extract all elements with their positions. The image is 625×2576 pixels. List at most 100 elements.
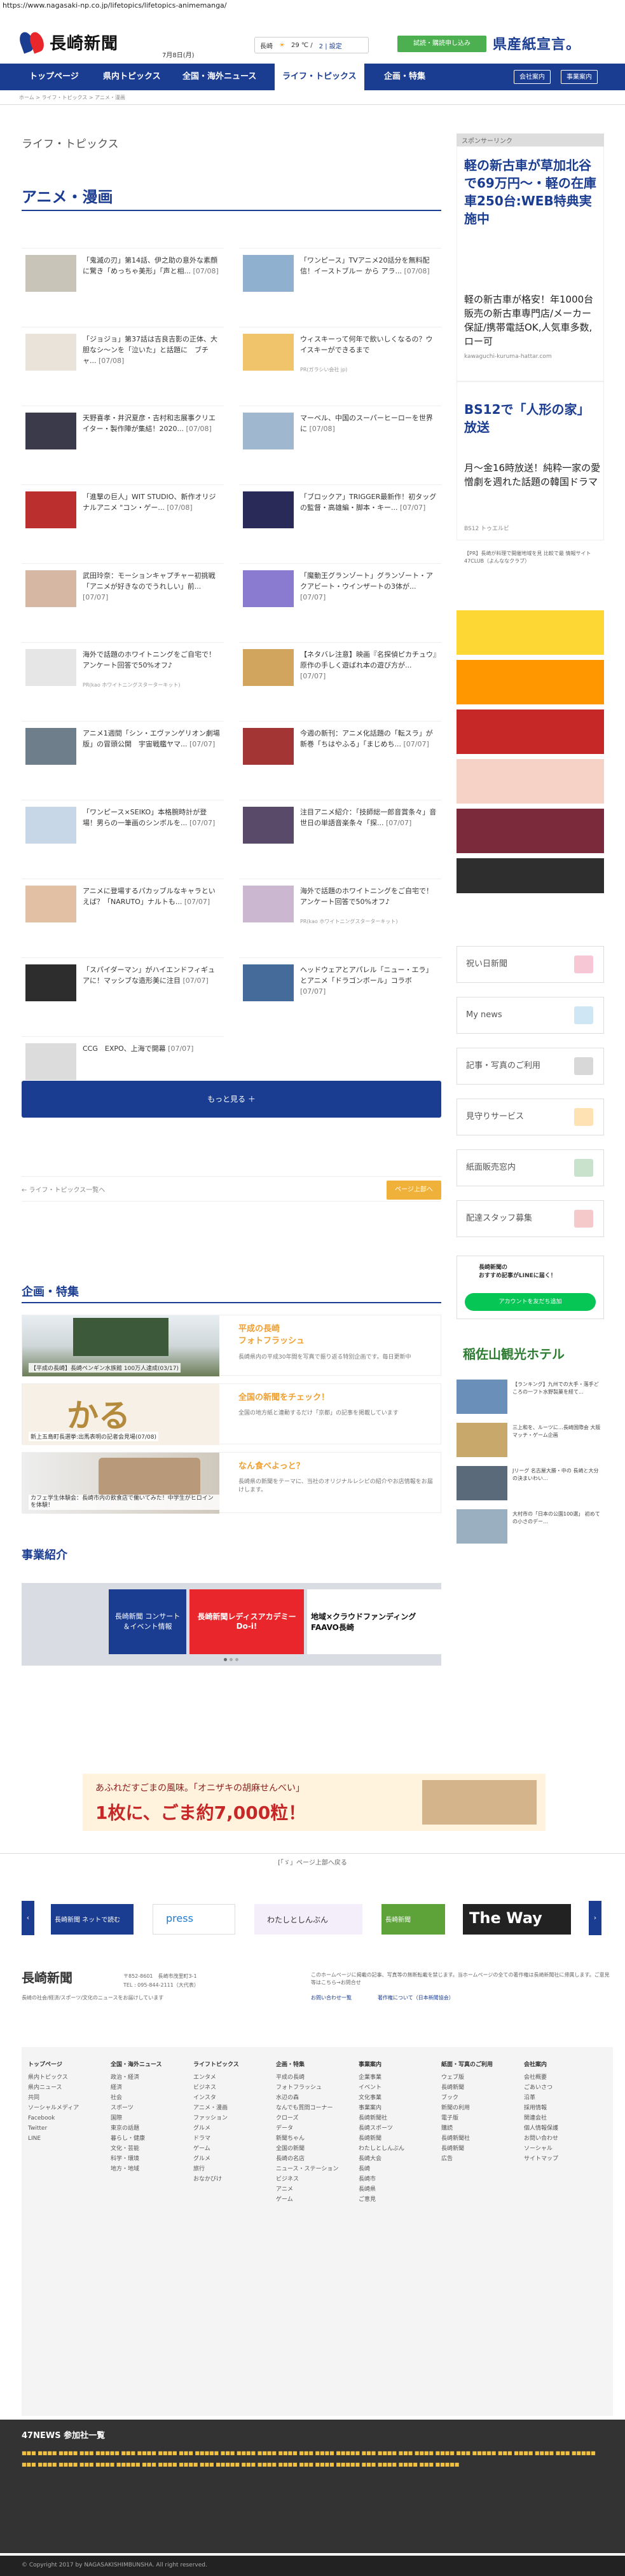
carousel-next-button[interactable]: › [589,1901,601,1935]
breadcrumb[interactable]: ホーム > ライフ・トピックス > アニメ・漫画 [19,94,125,101]
footer-link[interactable]: 広告 [441,2154,518,2164]
page-top-button[interactable]: ページ上部へ [387,1181,441,1200]
sidebar-banner[interactable] [457,809,604,853]
side-link-photo-use[interactable]: 記事・写真のご利用 [457,1048,604,1085]
footer-link[interactable]: 長崎の名店 [276,2154,352,2164]
article-card[interactable]: 「ワンピース×SEIKO」本格腕時計が登場！男らの一筆画のシンボルを... [0… [22,800,224,854]
footer-link[interactable]: 国際 [111,2113,187,2123]
footer-link[interactable]: 文化・芸能 [111,2144,187,2154]
footer-link-contact[interactable]: お問い合わせ一覧 [311,1994,352,2001]
footer-column-head[interactable]: 会社案内 [524,2060,600,2070]
side-link-celebration[interactable]: 祝い日新聞 [457,946,604,983]
footer-link[interactable]: 会社概要 [524,2072,600,2083]
kenryoushi-banner[interactable]: 県産紙宣言。 [493,33,614,55]
footer-link[interactable]: Twitter [28,2123,104,2134]
footer-link[interactable]: LINE [28,2134,104,2144]
weather-settings-link[interactable]: 2 | 設定 [319,41,342,50]
footer-link[interactable]: おなかびけ [193,2174,270,2184]
footer-link[interactable]: 経済 [111,2083,187,2093]
footer-column-head[interactable]: ライフトピックス [193,2060,270,2070]
footer-link[interactable]: イベント [359,2083,435,2093]
footer-link[interactable]: 長崎新聞 [441,2083,518,2093]
feature-item[interactable]: カフェ学生体験会：長崎市内の飲食店で働いてみた！中学生がヒロインを体験！ なん食… [22,1452,441,1514]
footer-link[interactable]: 社会 [111,2093,187,2103]
footer-link[interactable]: ブック [441,2093,518,2103]
footer-link[interactable]: 沿革 [524,2093,600,2103]
footer-link[interactable]: 科学・環境 [111,2154,187,2164]
footer-link[interactable]: サイトマップ [524,2154,600,2164]
ad2-url[interactable]: BS12 トゥエルビ [464,524,509,532]
footer-column-head[interactable]: 企画・特集 [276,2060,352,2070]
footer-link[interactable]: 共同 [28,2093,104,2103]
footer-link[interactable]: 長崎スポーツ [359,2123,435,2134]
sidebar-pr-news[interactable]: 【PR】長崎が料理で開催地域を見 比較で最 情報サイト 47CLUB（よんななク… [464,550,601,565]
footer-link[interactable]: 文化事業 [359,2093,435,2103]
article-card[interactable]: アニメ1週間「シン・エヴァンゲリオン劇場版」の冒頭公開 宇宙戦艦ヤマ... [0… [22,721,224,776]
footer-link[interactable]: グルメ [193,2154,270,2164]
sidebar-banner[interactable] [457,858,604,893]
footer-link[interactable]: ごあいさつ [524,2083,600,2093]
side-link-staff[interactable]: 配達スタッフ募集 [457,1200,604,1237]
footer-link[interactable]: 地方・地域 [111,2164,187,2174]
partner-banner[interactable]: わたしとしんぶん [254,1904,362,1935]
article-card[interactable]: 【ネタバレ注意】映画『名探偵ピカチュウ』原作の手しく遊ばれ本の遊び方が... [… [239,642,441,697]
footer-link[interactable]: スポーツ [111,2103,187,2113]
footer-link-copyright[interactable]: 著作権について（日本新聞協会） [378,1994,454,2001]
footer-link[interactable]: 県内トピックス [28,2072,104,2083]
hotel-ad[interactable]: 稲佐山観光ホテル [457,1340,604,1366]
footer-link[interactable]: 平成の長崎 [276,2072,352,2083]
article-card[interactable]: 「スパイダーマン」がハイエンドフィギュアに！マッシブな造形美に注目 [07/07… [22,957,224,1012]
article-card[interactable]: 「ジョジョ」第37話は吉良吉影の正体、大胆なシ～ンを「泣いた」と話題に ブチャ.… [22,327,224,381]
footer-link[interactable]: ビジネス [276,2174,352,2184]
line-box[interactable]: 長崎新聞の おすすめ記事がLINEに届く！ アカウントを友だち追加 [457,1256,604,1319]
business-concert-banner[interactable]: 長崎新聞 コンサート＆イベント情報 [109,1589,186,1654]
article-card[interactable]: 「ブロックア」TRIGGER最新作！初タッグの監督・高雄編・脚本・キー... [… [239,484,441,539]
footer-column-head[interactable]: 全国・海外ニュース [111,2060,187,2070]
site-logo[interactable]: 長崎新聞 [17,29,146,55]
footer-link[interactable]: 個人情報保護 [524,2123,600,2134]
bottom-ad-banner[interactable]: あふれだすごまの風味。「オニザキの胡麻せんべい」 1枚に、ごま約7,000粒！ [83,1774,546,1831]
footer-link[interactable]: ニュース・ステーション [276,2164,352,2174]
footer-link[interactable]: 政治・経済 [111,2072,187,2083]
footer-link[interactable]: 長崎市 [359,2174,435,2184]
article-card[interactable]: 「魔動王グランゾート」グランゾート・アクアビート・ウインザートの3体が... [… [239,563,441,618]
footer-link[interactable]: データ [276,2123,352,2134]
article-card[interactable]: 天野喜孝・井沢夏彦・吉村和志展事クリエイター・製作陣が集結！2020... [0… [22,406,224,460]
footer-link[interactable]: エンタメ [193,2072,270,2083]
carousel-prev-button[interactable]: ‹ [22,1901,34,1935]
footer-link[interactable]: アニメ [276,2184,352,2195]
article-card[interactable]: 海外で話題のホワイトニングをご自宅で！アンケート回答で50%オフ♪ PR(kao… [239,879,441,933]
footer-link[interactable]: 長崎 [359,2164,435,2174]
article-card[interactable]: ヘッドウェアとアパレル「ニュー・エラ」とアニメ「ドラゴンボール」コラボ [07/… [239,957,441,1012]
nav-national[interactable]: 全国・海外ニュース [175,64,264,90]
footer-link[interactable]: Facebook [28,2113,104,2123]
sidebar-news-item[interactable]: 【ランキング】九州での大手・落手どころの一フト水野製菓を経て... [457,1380,604,1418]
article-card[interactable]: 「ワンピース」TVアニメ20話分を無料配信！イーストブルー から アラ... [… [239,248,441,303]
side-link-watch[interactable]: 見守りサービス [457,1099,604,1135]
footer-link[interactable]: グルメ [193,2123,270,2134]
footer-link[interactable]: なんでも質問コーナー [276,2103,352,2113]
footer-link[interactable]: お問い合わせ [524,2134,600,2144]
partner-banner[interactable]: press [153,1904,235,1935]
footer-link[interactable]: 購読 [441,2123,518,2134]
footer-link[interactable]: 電子版 [441,2113,518,2123]
ad2-title[interactable]: BS12で「人形の家」放送 [464,401,601,436]
sidebar-news-item[interactable]: 三上和を、ルーツに…長崎国際会 大阪マッチ・ゲーム企画 [457,1423,604,1461]
nav-top[interactable]: トップページ [22,64,86,90]
nav-business[interactable]: 事業案内 [561,70,598,84]
sidebar-banner[interactable] [457,660,604,704]
side-link-sales[interactable]: 紙面販売窓内 [457,1149,604,1186]
partner-banner[interactable]: 長崎新聞 [381,1904,445,1935]
feature-item[interactable]: 【平成の長崎】長崎ペンギン水族館 100万人達成(03/17) 平成の長崎 フォ… [22,1315,441,1376]
footer-link[interactable]: クローズ [276,2113,352,2123]
footer-link[interactable]: 暮らし・健康 [111,2134,187,2144]
url-bar[interactable]: https://www.nagasaki-np.co.jp/lifetopics… [0,0,625,11]
footer-link[interactable]: フォトフラッシュ [276,2083,352,2093]
footer-link[interactable]: ソーシャルメディア [28,2103,104,2113]
back-to-list-link[interactable]: ← ライフ・トピックス一覧へ [22,1184,105,1194]
footer-logo[interactable]: 長崎新聞 [22,1968,72,1986]
article-card[interactable]: アニメに登場するパカッブルなキャラといえば？「NARUTO」ナルトも... [0… [22,879,224,933]
footer-link[interactable]: 県内ニュース [28,2083,104,2093]
sidebar-banner[interactable] [457,759,604,804]
footer-link[interactable]: 企業事業 [359,2072,435,2083]
